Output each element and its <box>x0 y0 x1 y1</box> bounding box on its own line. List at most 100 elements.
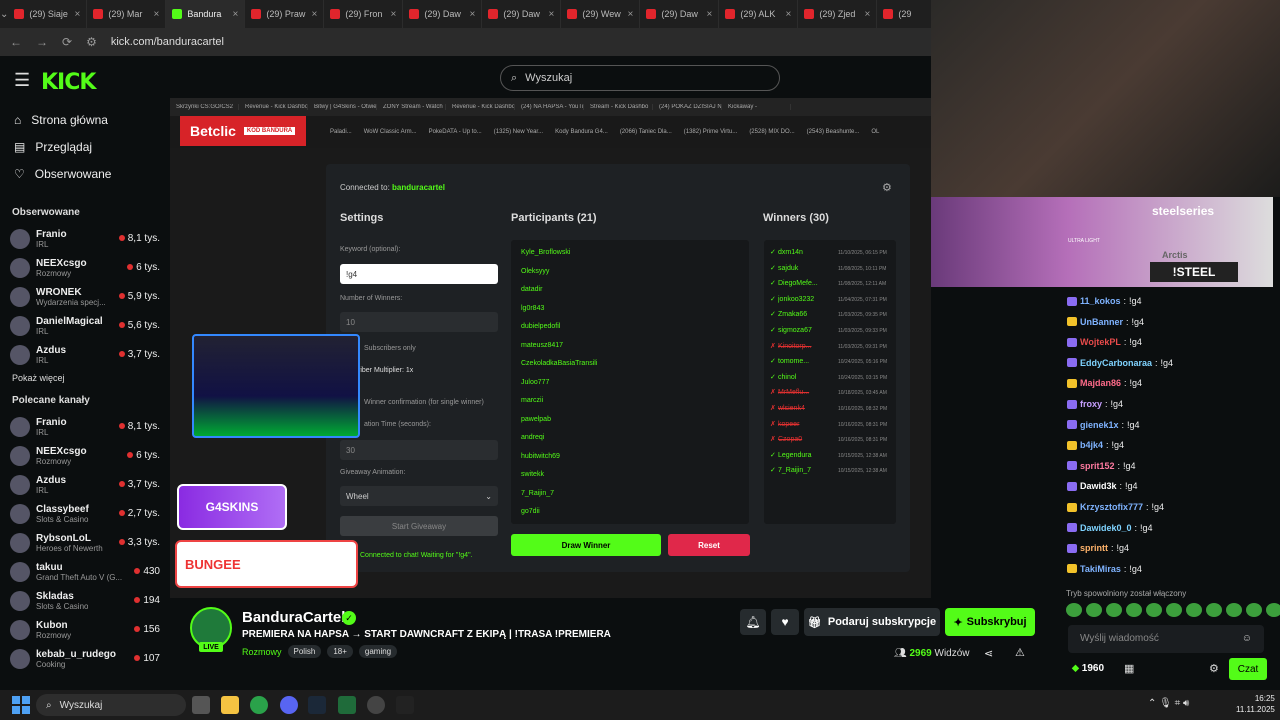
chat-send-button[interactable]: Czat <box>1229 658 1267 680</box>
clock[interactable]: 16:25 11.11.2025 <box>1236 693 1275 715</box>
tag[interactable]: gaming <box>358 645 398 658</box>
anim-select[interactable]: Wheel ⌄ <box>340 486 498 506</box>
chrome-icon[interactable] <box>250 696 268 714</box>
tab-search-icon[interactable]: ⌄ <box>0 0 8 28</box>
chat-message[interactable]: Dawid3k: !g4 <box>1067 481 1138 491</box>
close-icon[interactable]: × <box>75 9 81 20</box>
chat-settings-icon[interactable]: ⚙ <box>1209 662 1219 675</box>
browser-tab[interactable]: (29) Daw × <box>482 0 562 28</box>
participants-list[interactable]: Kyle_Broflowski Oleksyyy datadir lg0r843 dub… <box>511 240 749 524</box>
emote-bar[interactable] <box>1066 603 1280 617</box>
browser-tab[interactable]: (29) Zjed × <box>798 0 878 28</box>
close-icon[interactable]: × <box>391 9 397 20</box>
emote-icon[interactable] <box>1226 603 1242 617</box>
chat-message[interactable]: b4jk4: !g4 <box>1067 440 1124 450</box>
emote-icon[interactable] <box>1206 603 1222 617</box>
close-icon[interactable]: × <box>312 9 318 20</box>
forward-icon[interactable]: → <box>36 35 48 49</box>
close-icon[interactable]: × <box>707 9 713 20</box>
winners-list[interactable]: ✓ dxm14n 11/10/2025, 06:15 PM ✓ sajduk 11/08/… <box>764 240 896 524</box>
bell-icon[interactable]: 🔔︎ <box>740 609 766 635</box>
url-field[interactable]: kick.com/banduracartel <box>111 36 224 48</box>
kick-logo[interactable]: KICK <box>41 70 96 95</box>
browser-tab[interactable]: (29) Mar × <box>87 0 167 28</box>
close-icon[interactable]: × <box>628 9 634 20</box>
search-input[interactable]: ⌕ Wyszukaj <box>500 65 780 91</box>
sidebar-channel[interactable]: Skladas Slots & Casino 194 <box>0 586 170 615</box>
chat-message[interactable]: Krzysztofix777: !g4 <box>1067 502 1164 512</box>
sidebar-channel[interactable]: Classybeef Slots & Casino 2,7 tys. <box>0 499 170 528</box>
emoji-icon[interactable]: ☺ <box>1242 633 1252 644</box>
sidebar-nav-item[interactable]: ▤ Przeglądaj <box>0 133 170 160</box>
browser-tab[interactable]: (29) Daw × <box>403 0 483 28</box>
tag[interactable]: Polish <box>287 645 322 658</box>
show-more-link[interactable]: Pokaż więcej <box>0 369 170 387</box>
sidebar-channel[interactable]: takuu Grand Theft Auto V (G... 430 <box>0 557 170 586</box>
discord-icon[interactable] <box>280 696 298 714</box>
file-explorer-icon[interactable] <box>221 696 239 714</box>
chat-username[interactable]: sprit152 <box>1080 461 1115 471</box>
browser-tab[interactable]: Bandura × <box>166 0 246 28</box>
site-info-icon[interactable]: ⚙ <box>86 35 97 49</box>
category-link[interactable]: Rozmowy <box>242 647 282 657</box>
confirm-label[interactable]: Winner confirmation (for single winner) <box>364 399 484 406</box>
chat-username[interactable]: Krzysztofix777 <box>1080 502 1143 512</box>
sidebar-channel[interactable]: WRONEK Wydarzenia specj... 5,9 tys. <box>0 282 170 311</box>
browser-tab[interactable]: (29) Praw × <box>245 0 325 28</box>
emote-icon[interactable] <box>1166 603 1182 617</box>
chat-username[interactable]: Majdan86 <box>1080 378 1121 388</box>
duration-input[interactable]: 30 <box>340 440 498 460</box>
sidebar-channel[interactable]: kebab_u_rudego Cooking 107 <box>0 644 170 673</box>
emote-icon[interactable] <box>1246 603 1262 617</box>
emote-icon[interactable] <box>1186 603 1202 617</box>
close-icon[interactable]: × <box>470 9 476 20</box>
chat-input[interactable]: Wyślij wiadomość ☺ <box>1068 625 1264 653</box>
chat-message[interactable]: UnBanner: !g4 <box>1067 317 1144 327</box>
gift-subs-button[interactable]: 🎁︎ Podaruj subskrypcje <box>804 608 940 636</box>
browser-tab[interactable]: (29) Wew × <box>561 0 641 28</box>
emote-icon[interactable] <box>1086 603 1102 617</box>
sidebar-channel[interactable]: Azdus IRL 3,7 tys. <box>0 340 170 369</box>
chat-username[interactable]: froxy <box>1080 399 1102 409</box>
sidebar-channel[interactable]: NEEXcsgo Rozmowy 6 tys. <box>0 441 170 470</box>
close-icon[interactable]: × <box>233 9 239 20</box>
emote-icon[interactable] <box>1106 603 1122 617</box>
heart-button[interactable]: ♥ <box>771 609 799 635</box>
tag[interactable]: 18+ <box>327 645 353 658</box>
streamer-name[interactable]: BanduraCartel <box>242 609 345 626</box>
chat-username[interactable]: TakiMiras <box>1080 564 1121 574</box>
reset-button[interactable]: Reset <box>668 534 750 556</box>
obs-icon[interactable] <box>367 696 385 714</box>
close-icon[interactable]: × <box>865 9 871 20</box>
chat-username[interactable]: b4jk4 <box>1080 440 1103 450</box>
winners-input[interactable]: 10 <box>340 312 498 332</box>
store-icon[interactable]: ▦ <box>1124 662 1134 675</box>
menu-icon[interactable]: ☰ <box>14 70 30 91</box>
emote-icon[interactable] <box>1066 603 1082 617</box>
sidebar-channel[interactable]: Franio IRL 8,1 tys. <box>0 224 170 253</box>
chat-message[interactable]: froxy: !g4 <box>1067 399 1123 409</box>
report-icon[interactable]: ⚠ <box>1015 646 1025 659</box>
close-icon[interactable]: × <box>154 9 160 20</box>
chat-message[interactable]: sprit152: !g4 <box>1067 461 1136 471</box>
chat-message[interactable]: Majdan86: !g4 <box>1067 378 1142 388</box>
windows-start-icon[interactable] <box>12 696 30 714</box>
emote-icon[interactable] <box>1266 603 1280 617</box>
capcut-icon[interactable] <box>396 696 414 714</box>
draw-winner-button[interactable]: Draw Winner <box>511 534 661 556</box>
chat-username[interactable]: 11_kokos <box>1080 296 1121 306</box>
browser-tab[interactable]: (29) ALK × <box>719 0 799 28</box>
subs-only-label[interactable]: Subscribers only <box>364 345 416 352</box>
browser-tab[interactable]: (29) Daw × <box>640 0 720 28</box>
app-icon[interactable] <box>338 696 356 714</box>
taskbar-search[interactable]: ⌕ Wyszukaj <box>36 694 186 716</box>
start-giveaway-button[interactable]: Start Giveaway <box>340 516 498 536</box>
chat-message[interactable]: sprintt: !g4 <box>1067 543 1129 553</box>
sidebar-channel[interactable]: Kubon Rozmowy 156 <box>0 615 170 644</box>
sidebar-channel[interactable]: Franio IRL 8,1 tys. <box>0 412 170 441</box>
chat-username[interactable]: UnBanner <box>1080 317 1123 327</box>
sidebar-channel[interactable]: DanielMagical IRL 5,6 tys. <box>0 311 170 340</box>
chat-message[interactable]: gienek1x: !g4 <box>1067 420 1140 430</box>
chat-username[interactable]: EddyCarbonaraa <box>1080 358 1152 368</box>
browser-tab[interactable]: (29) Siaje × <box>8 0 88 28</box>
